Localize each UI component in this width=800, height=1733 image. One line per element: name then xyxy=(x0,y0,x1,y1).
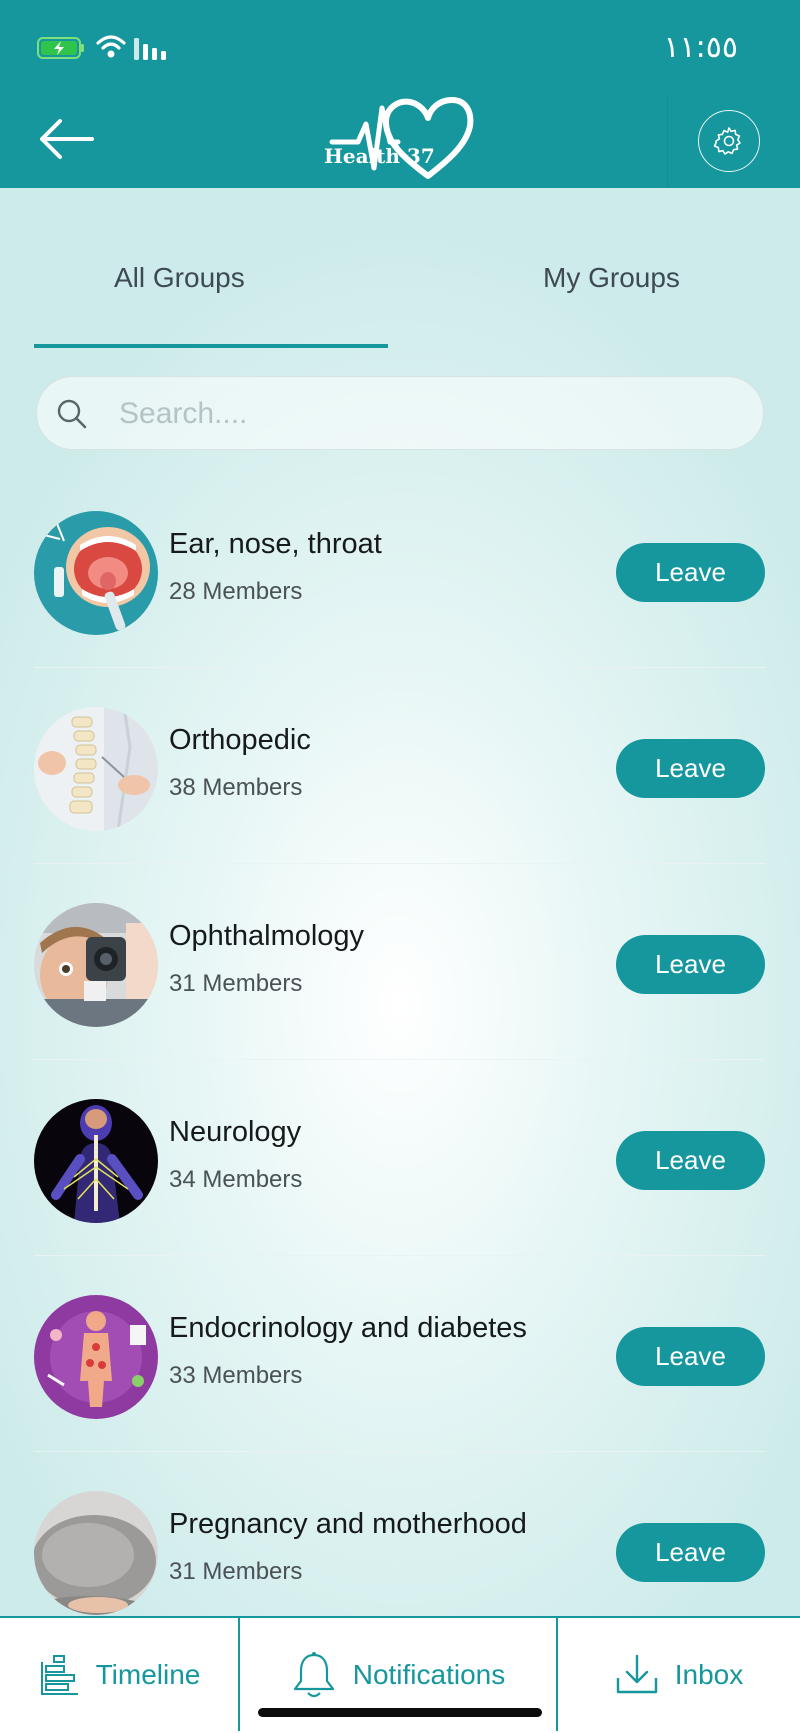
search-bar[interactable] xyxy=(36,376,764,450)
leave-group-button[interactable]: Leave xyxy=(616,1523,765,1582)
active-tab-indicator xyxy=(34,344,388,348)
group-row-ent[interactable]: Ear, nose, throat 28 Members Leave xyxy=(34,472,765,668)
tab-all-groups[interactable]: All Groups xyxy=(114,262,245,294)
group-name: Neurology xyxy=(169,1116,302,1148)
status-time: ١١:٥٥ xyxy=(663,30,738,65)
nav-label-timeline: Timeline xyxy=(95,1658,201,1690)
gear-icon xyxy=(713,127,741,155)
nav-inbox[interactable]: Inbox xyxy=(558,1618,800,1731)
group-members-count: 33 Members xyxy=(169,1362,303,1389)
app-logo: Health 37 xyxy=(320,96,480,186)
home-indicator[interactable] xyxy=(258,1708,542,1717)
cellular-signal-icon xyxy=(134,38,166,60)
battery-charging-icon xyxy=(37,37,84,59)
search-icon xyxy=(57,399,87,429)
nav-timeline[interactable]: Timeline xyxy=(0,1618,238,1731)
search-input[interactable] xyxy=(117,387,721,441)
leave-group-button[interactable]: Leave xyxy=(616,1131,765,1190)
leave-group-button[interactable]: Leave xyxy=(616,543,765,602)
group-row-neurology[interactable]: Neurology 34 Members Leave xyxy=(34,1060,765,1256)
group-members-count: 38 Members xyxy=(169,774,303,801)
group-name: Pregnancy and motherhood xyxy=(169,1508,527,1540)
header-divider xyxy=(667,96,668,188)
group-members-count: 31 Members xyxy=(169,1558,303,1585)
app-header: ١١:٥٥ Health 37 xyxy=(0,0,800,188)
group-row-ophthalmology[interactable]: Ophthalmology 31 Members Leave xyxy=(34,864,765,1060)
group-name: Orthopedic xyxy=(169,724,311,756)
throat-illustration-icon xyxy=(34,511,158,635)
wifi-icon xyxy=(96,35,126,58)
spine-model-photo-icon xyxy=(34,707,158,831)
group-members-count: 28 Members xyxy=(169,578,303,605)
group-row-orthopedic[interactable]: Orthopedic 38 Members Leave xyxy=(34,668,765,864)
group-name: Ophthalmology xyxy=(169,920,365,952)
leave-group-button[interactable]: Leave xyxy=(616,935,765,994)
back-arrow-icon[interactable] xyxy=(36,118,96,160)
group-members-count: 31 Members xyxy=(169,970,303,997)
leave-group-button[interactable]: Leave xyxy=(616,739,765,798)
pregnancy-photo-icon xyxy=(34,1491,158,1615)
timeline-icon xyxy=(40,1654,78,1695)
group-members-count: 34 Members xyxy=(169,1166,303,1193)
logo-text: Health 37 xyxy=(324,144,435,168)
nav-label-inbox: Inbox xyxy=(674,1658,744,1690)
bell-icon xyxy=(293,1651,334,1697)
inbox-download-icon xyxy=(616,1654,657,1693)
settings-button[interactable] xyxy=(698,110,760,172)
eye-exam-photo-icon xyxy=(34,903,158,1027)
leave-group-button[interactable]: Leave xyxy=(616,1327,765,1386)
group-name: Ear, nose, throat xyxy=(169,528,382,560)
group-row-endocrinology[interactable]: Endocrinology and diabetes 33 Members Le… xyxy=(34,1256,765,1452)
nervous-system-illustration-icon xyxy=(34,1099,158,1223)
nav-label-notifications: Notifications xyxy=(352,1658,506,1690)
group-name: Endocrinology and diabetes xyxy=(169,1312,527,1344)
endocrine-illustration-icon xyxy=(34,1295,158,1419)
tab-my-groups[interactable]: My Groups xyxy=(543,262,680,294)
heartbeat-heart-icon xyxy=(329,97,474,179)
